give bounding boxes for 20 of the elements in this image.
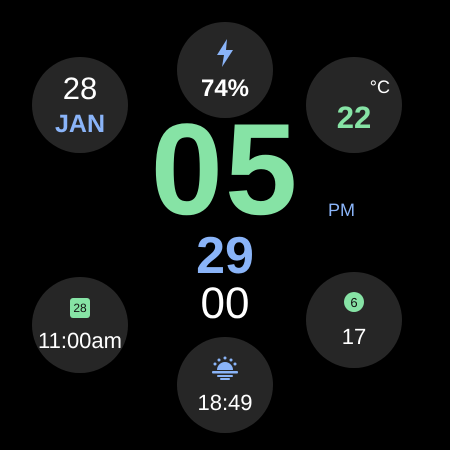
temperature-unit: °C [370,78,390,96]
temperature-complication[interactable]: °C 22 [306,57,402,153]
temperature: 22 [336,102,372,132]
date-complication[interactable]: 28 JAN [32,57,128,153]
event-time: 11:00am [38,330,122,352]
calendar-icon: 28 [70,298,90,318]
seconds: 00 [200,282,250,326]
day-number: 28 [62,73,98,104]
count-complication[interactable]: 6 17 [306,272,402,368]
calendar-complication[interactable]: 28 11:00am [32,277,128,373]
month: JAN [54,112,105,137]
count-badge: 6 [344,292,364,312]
meridiem: PM [328,201,355,219]
battery-level: 74% [200,77,250,101]
sunset-time: 18:49 [197,392,253,414]
sunset-complication[interactable]: 18:49 [177,337,273,433]
sunset-icon [211,356,239,380]
battery-complication[interactable]: 74% [177,22,273,118]
count-value: 17 [342,326,366,348]
lightning-bolt-icon [216,39,234,67]
